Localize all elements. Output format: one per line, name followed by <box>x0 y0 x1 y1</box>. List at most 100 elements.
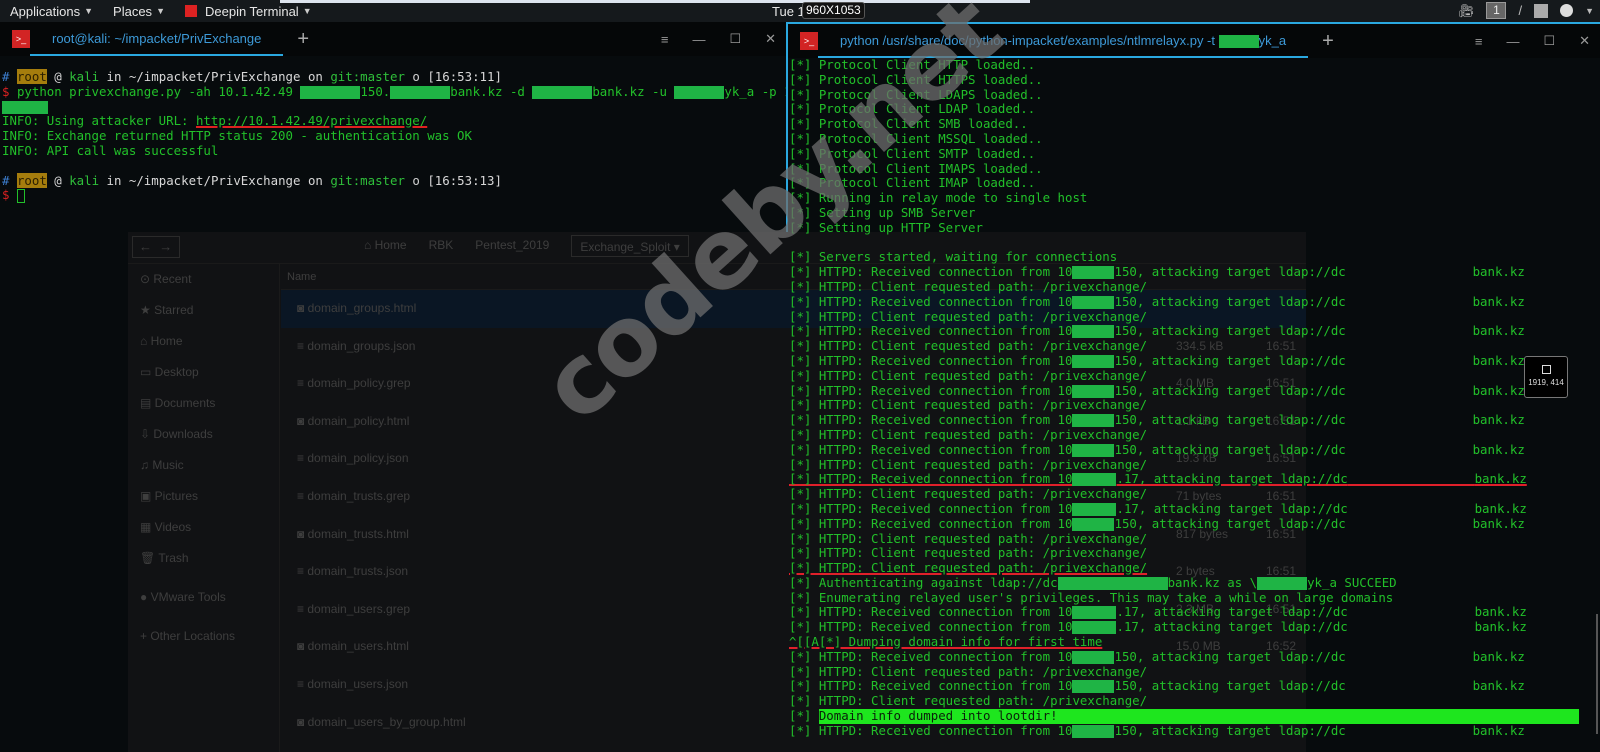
terminal-line: [*] Setting up SMB Server <box>789 205 1600 221</box>
menu-icon[interactable]: ≡ <box>661 32 669 47</box>
redacted-block <box>1072 680 1115 694</box>
line-text: [*] HTTPD: Client requested path: /prive… <box>789 693 1148 709</box>
line-text: [*] <box>789 708 819 724</box>
file-icon: ≡ <box>297 338 308 353</box>
sidebar-item[interactable]: ⌂ Home <box>128 326 279 357</box>
redacted-block <box>1072 724 1115 738</box>
new-tab-button[interactable]: + <box>297 28 309 51</box>
workspace-switcher[interactable]: 1 <box>1486 2 1507 19</box>
lootdir-line: [*] Domain info dumped into lootdir! <box>789 708 1600 724</box>
file-icon: ≡ <box>297 564 308 579</box>
sidebar-label: Desktop <box>154 365 199 379</box>
received-connection-line: [*] HTTPD: Received connection from 10 15… <box>789 383 1600 399</box>
scrollbar[interactable] <box>1596 614 1598 734</box>
line-text: bank.kz <box>1472 678 1525 694</box>
line-text: [*] HTTPD: Received connection from 10 <box>789 515 1073 531</box>
sidebar-label: Music <box>152 458 184 472</box>
sidebar-item[interactable]: ♫ Music <box>128 450 279 481</box>
minimize-icon[interactable]: — <box>1506 34 1519 49</box>
maximize-icon[interactable]: ☐ <box>729 31 741 47</box>
line-text: [*] HTTPD: Received connection from 10 <box>789 648 1073 664</box>
sidebar-icon: + <box>140 629 151 643</box>
redacted-block <box>1072 443 1115 457</box>
sidebar-item[interactable]: ⊙ Recent <box>128 264 279 295</box>
line-text: [*] HTTPD: Client requested path: /prive… <box>789 545 1148 561</box>
file-name: domain_policy.json <box>307 451 409 466</box>
prompt-host: kali <box>69 172 100 188</box>
sidebar-item[interactable]: ★ Starred <box>128 295 279 326</box>
sidebar-item[interactable]: + Other Locations <box>128 621 279 652</box>
prompt-line: # root @ kali in ~/impacket/PrivExchange… <box>2 172 502 188</box>
sidebar-icon: ▦ <box>140 520 155 534</box>
sidebar-label: Home <box>150 334 183 348</box>
active-app-menu[interactable]: Deepin Terminal ▼ <box>175 4 322 19</box>
client-path-line: [*] HTTPD: Client requested path: /prive… <box>789 457 1600 473</box>
chevron-down-icon: ▼ <box>84 6 94 16</box>
client-path-line: [*] HTTPD: Client requested path: /prive… <box>789 279 1600 295</box>
sidebar-item[interactable]: ● VMware Tools <box>128 582 279 613</box>
maximize-icon[interactable]: ☐ <box>1543 33 1555 49</box>
window-dimensions-badge: 960X1053 <box>802 2 865 19</box>
command-part: bank.kz -d <box>450 83 533 99</box>
right-terminal-output[interactable]: [*] Protocol Client HTTP loaded.. [*] Pro… <box>788 57 1600 739</box>
line-text: [*] HTTPD: Client requested path: /prive… <box>789 397 1148 413</box>
back-forward-buttons[interactable]: ← → <box>132 236 180 258</box>
sidebar-item[interactable]: ⇩ Downloads <box>128 419 279 450</box>
redacted-block <box>532 85 593 99</box>
minimize-icon[interactable]: — <box>692 32 705 47</box>
prompt-line: # root @ kali in ~/impacket/PrivExchange… <box>2 69 502 84</box>
info-line: INFO: API call was successful <box>2 142 219 158</box>
active-app-label: Deepin Terminal <box>204 3 299 19</box>
left-terminal-tab[interactable]: root@kali: ~/impacket/PrivExchange <box>30 22 284 56</box>
line-text: bank.kz <box>1474 619 1527 635</box>
prompt-time: [16:53:13] <box>427 172 502 188</box>
close-icon[interactable]: ✕ <box>765 31 776 47</box>
line-text: 150, attacking target ldap://dc <box>1114 648 1346 664</box>
file-name: domain_policy.grep <box>307 376 411 391</box>
prompt-path: ~/impacket/PrivExchange <box>128 172 301 188</box>
power-icon[interactable] <box>1560 4 1574 17</box>
line-text: bank.kz <box>1472 412 1525 428</box>
sidebar-icon: ▭ <box>140 365 155 379</box>
sidebar-label: Pictures <box>154 489 199 503</box>
crumb-home[interactable]: ⌂ Home <box>364 238 407 257</box>
menu-icon[interactable]: ≡ <box>1475 34 1483 49</box>
position-popup: 1919, 414 <box>1524 356 1568 398</box>
clock[interactable]: Tue 1 <box>772 4 805 19</box>
sidebar-item[interactable]: 🗑︎ Trash <box>128 543 279 574</box>
client-path-line: [*] HTTPD: Client requested path: /prive… <box>789 664 1600 680</box>
line-text: [*] HTTPD: Received connection from 10 <box>789 604 1073 620</box>
places-menu[interactable]: Places ▼ <box>103 4 175 19</box>
crumb-rbk[interactable]: RBK <box>429 238 454 257</box>
sidebar-item[interactable]: ▭ Desktop <box>128 357 279 388</box>
command-part: bank.kz -u <box>592 83 675 99</box>
crumb-pentest[interactable]: Pentest_2019 <box>475 238 549 257</box>
line-text: bank.kz <box>1472 323 1525 339</box>
received-connection-line: [*] HTTPD: Received connection from 10 .1… <box>789 605 1600 620</box>
network-icon[interactable] <box>1534 3 1549 18</box>
left-terminal-output[interactable]: # root @ kali in ~/impacket/PrivExchange… <box>0 56 786 203</box>
sidebar-item[interactable]: ▤ Documents <box>128 388 279 419</box>
line-text: bank.kz <box>1472 722 1525 738</box>
chevron-down-icon[interactable]: ▼ <box>1585 6 1594 16</box>
position-readout: 1919, 414 <box>1528 378 1564 387</box>
video-camera-icon[interactable]: 🎥︎ <box>1458 3 1475 19</box>
pen-icon[interactable]: / <box>1518 3 1522 18</box>
client-path-line: [*] HTTPD: Client requested path: /prive… <box>789 560 1600 576</box>
sidebar-label: Trash <box>158 551 189 565</box>
new-tab-button[interactable]: + <box>1322 30 1334 53</box>
file-name: domain_users_by_group.html <box>307 714 466 729</box>
close-icon[interactable]: ✕ <box>1579 33 1590 49</box>
line-text: [*] Enumerating relayed user's privilege… <box>789 589 1394 605</box>
sidebar-item[interactable]: ▣ Pictures <box>128 481 279 512</box>
sidebar-icon: ⊙ <box>140 272 154 286</box>
line-text: bank.kz <box>1472 352 1525 368</box>
sidebar-item[interactable]: ▦ Videos <box>128 512 279 543</box>
applications-menu[interactable]: Applications ▼ <box>0 4 103 19</box>
